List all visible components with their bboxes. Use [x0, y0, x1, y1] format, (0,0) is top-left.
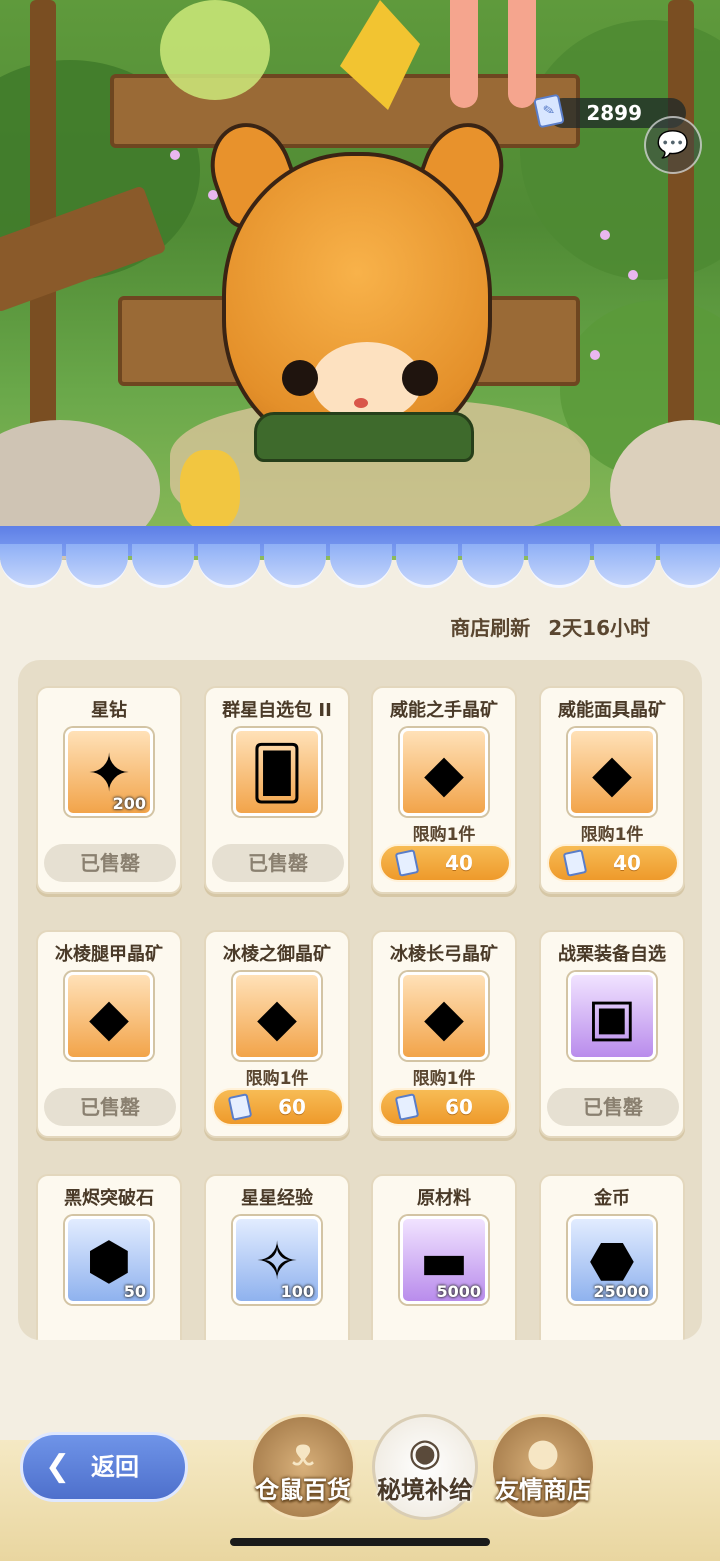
- shop-item-grid: 星钻 ✦ 200 已售罄 群星自选包 II 🂠 已售罄 威能之手晶矿 ◆ 限购1件 40 威能面具晶矿…: [18, 660, 702, 1340]
- chat-bubble-icon: 💬: [656, 130, 690, 160]
- item-name: 星钻: [91, 700, 127, 721]
- refresh-time: 2天16小时: [548, 616, 650, 640]
- crystal-ball-icon: ●: [526, 1430, 560, 1474]
- shop-item-card[interactable]: 威能面具晶矿 ◆ 限购1件 40: [539, 686, 685, 894]
- shop-item-card[interactable]: 战栗装备自选 ▣ 已售罄: [539, 930, 685, 1138]
- purchase-limit: 限购1件: [412, 825, 476, 845]
- item-name: 威能面具晶矿: [558, 700, 666, 721]
- item-quantity: 5000: [436, 1282, 481, 1301]
- shop-refresh-timer: 商店刷新 2天16小时: [450, 612, 650, 641]
- shop-item-card[interactable]: 群星自选包 II 🂠 已售罄: [204, 686, 350, 894]
- item-name: 冰棱腿甲晶矿: [55, 944, 163, 965]
- tab-hamster-store[interactable]: ᴥ 仓鼠百货: [250, 1414, 356, 1520]
- purchase-limit: 限购1件: [580, 825, 644, 845]
- shop-item-card[interactable]: 冰棱长弓晶矿 ◆ 限购1件 60: [371, 930, 517, 1138]
- shop-item-card[interactable]: 冰棱之御晶矿 ◆ 限购1件 60: [204, 930, 350, 1138]
- ticket-icon: [394, 1093, 420, 1121]
- shop-item-card[interactable]: 星钻 ✦ 200 已售罄: [36, 686, 182, 894]
- shop-item-card[interactable]: 原材料 ▬ 5000: [371, 1174, 517, 1340]
- item-quantity: 100: [280, 1282, 314, 1301]
- breakthrough-stone-icon: ⬢ 50: [65, 1216, 153, 1304]
- tab-friendship-shop[interactable]: ● 友情商店: [490, 1414, 596, 1520]
- currency-value: 2899: [586, 101, 642, 125]
- crystal-ore-icon: ◆: [400, 728, 488, 816]
- item-name: 黑烬突破石: [64, 1188, 154, 1209]
- hamster-icon: ᴥ: [291, 1430, 315, 1474]
- tab-label: 友情商店: [495, 1476, 591, 1504]
- shop-item-card[interactable]: 金币 ⬣ 25000: [539, 1174, 685, 1340]
- buy-button[interactable]: 40: [547, 844, 679, 882]
- item-price: 40: [613, 851, 641, 875]
- sold-out-badge: 已售罄: [44, 844, 176, 882]
- home-indicator[interactable]: [230, 1538, 490, 1546]
- gold-coin-icon: ⬣ 25000: [568, 1216, 656, 1304]
- shop-item-card[interactable]: 威能之手晶矿 ◆ 限购1件 40: [371, 686, 517, 894]
- shop-scene: [0, 0, 720, 560]
- ticket-icon: [394, 849, 420, 877]
- eye-icon: ◉: [408, 1430, 442, 1474]
- treasure-chest-icon: ▣: [568, 972, 656, 1060]
- ingot-icon: ▬ 5000: [400, 1216, 488, 1304]
- item-name: 原材料: [417, 1188, 471, 1209]
- item-quantity: 200: [112, 794, 146, 813]
- refresh-label: 商店刷新: [450, 616, 531, 640]
- purchase-limit: 限购1件: [412, 1069, 476, 1089]
- item-name: 金币: [594, 1188, 630, 1209]
- item-name: 冰棱之御晶矿: [223, 944, 331, 965]
- shop-item-card[interactable]: 黑烬突破石 ⬢ 50: [36, 1174, 182, 1340]
- item-name: 冰棱长弓晶矿: [390, 944, 498, 965]
- shop-item-card[interactable]: 冰棱腿甲晶矿 ◆ 已售罄: [36, 930, 182, 1138]
- buy-button[interactable]: 40: [379, 844, 511, 882]
- ticket-icon: [562, 849, 588, 877]
- shop-item-card[interactable]: 星星经验 ✧ 100: [204, 1174, 350, 1340]
- chat-button[interactable]: 💬: [644, 116, 702, 174]
- ice-crystal-ore-icon: ◆: [233, 972, 321, 1060]
- hamster-shopkeeper: [197, 111, 517, 462]
- item-price: 40: [445, 851, 473, 875]
- awning: [0, 526, 720, 588]
- item-quantity: 50: [123, 1282, 146, 1301]
- card-pack-icon: 🂠: [233, 728, 321, 816]
- ticket-icon: [227, 1093, 253, 1121]
- star-diamond-icon: ✦ 200: [65, 728, 153, 816]
- sold-out-badge: 已售罄: [212, 844, 344, 882]
- exp-card-icon: ✧ 100: [233, 1216, 321, 1304]
- ticket-icon: ✎: [533, 93, 565, 129]
- item-name: 群星自选包 II: [222, 700, 332, 721]
- back-button[interactable]: ❮ 返回: [20, 1432, 188, 1502]
- sold-out-badge: 已售罄: [44, 1088, 176, 1126]
- crystal-ore-icon: ◆: [568, 728, 656, 816]
- buy-button[interactable]: 60: [212, 1088, 344, 1126]
- back-arrow-icon: ❮: [45, 1449, 71, 1484]
- item-name: 威能之手晶矿: [390, 700, 498, 721]
- tab-secret-supply[interactable]: ◉ 秘境补给: [372, 1414, 478, 1520]
- ice-crystal-ore-icon: ◆: [400, 972, 488, 1060]
- back-label: 返回: [91, 1453, 139, 1481]
- item-name: 战栗装备自选: [558, 944, 666, 965]
- sold-out-badge: 已售罄: [547, 1088, 679, 1126]
- item-price: 60: [445, 1095, 473, 1119]
- item-name: 星星经验: [241, 1188, 313, 1209]
- item-price: 60: [278, 1095, 306, 1119]
- ice-crystal-ore-icon: ◆: [65, 972, 153, 1060]
- buy-button[interactable]: 60: [379, 1088, 511, 1126]
- item-quantity: 25000: [593, 1282, 649, 1301]
- purchase-limit: 限购1件: [245, 1069, 309, 1089]
